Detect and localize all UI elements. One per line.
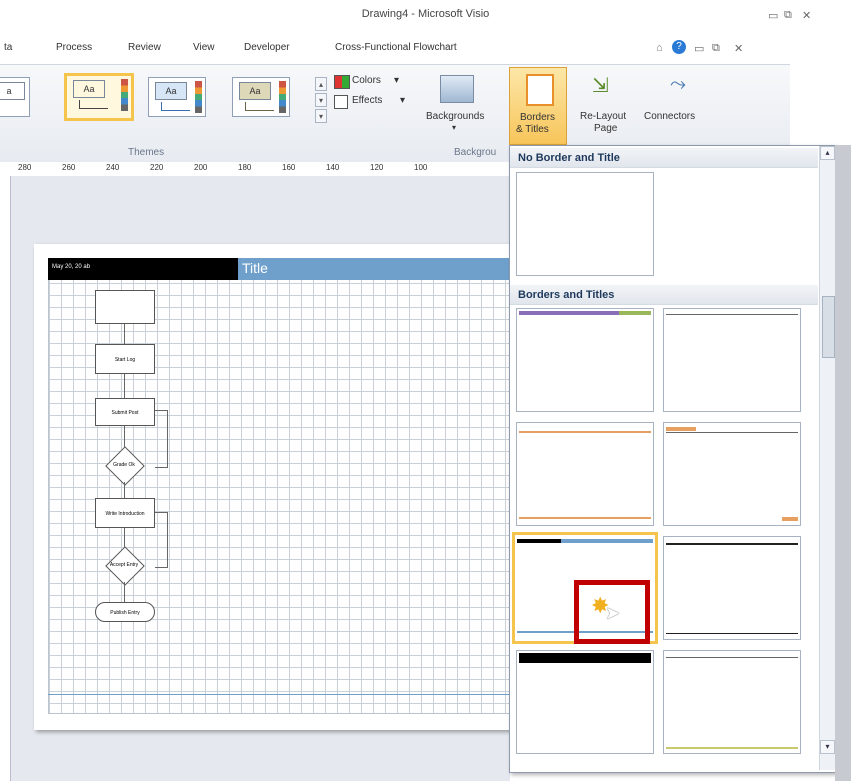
theme-option-3[interactable]: Aa xyxy=(148,77,206,117)
close-icon[interactable]: ✕ xyxy=(802,9,811,22)
ribbon-tabs: ta Process Review View Developer Cross-F… xyxy=(0,34,851,64)
theme-option-2[interactable]: Aa xyxy=(64,73,134,121)
title-bar: Drawing4 - Microsoft Visio ▭ ⧉ ✕ xyxy=(0,0,851,34)
theme-option-1[interactable]: a xyxy=(0,77,30,117)
relayout-icon: ⇲ xyxy=(592,75,609,97)
minimize-ribbon-icon[interactable]: ⌂ xyxy=(656,42,663,54)
connectors-button[interactable]: Connectors xyxy=(644,111,695,122)
border-option[interactable] xyxy=(663,308,801,412)
ruler-tick: 200 xyxy=(194,163,208,172)
scroll-down-icon[interactable]: ▾ xyxy=(820,740,835,754)
gallery-section-header: No Border and Title xyxy=(510,148,818,168)
gallery-section-header: Borders and Titles xyxy=(510,285,818,305)
colors-dropdown-icon[interactable]: ▾ xyxy=(394,75,399,86)
restore-icon[interactable]: ⧉ xyxy=(784,9,792,22)
colors-icon xyxy=(334,75,350,89)
tab-data[interactable]: ta xyxy=(4,42,12,53)
ruler-tick: 280 xyxy=(18,163,32,172)
themes-group-label: Themes xyxy=(128,147,165,158)
colors-button[interactable]: Colors xyxy=(352,75,381,86)
flowchart-process[interactable]: Write Introduction xyxy=(95,498,155,528)
page-title[interactable]: Title xyxy=(242,260,268,276)
effects-dropdown-icon[interactable]: ▾ xyxy=(400,95,405,106)
doc-close-icon[interactable]: ✕ xyxy=(734,42,743,55)
doc-restore-icon[interactable]: ⧉ xyxy=(712,42,720,55)
borders-titles-gallery: No Border and Title Borders and Titles ✸… xyxy=(509,145,837,773)
horizontal-ruler: 280 260 240 220 200 180 160 140 120 100 xyxy=(0,162,510,177)
ruler-tick: 260 xyxy=(62,163,76,172)
help-icon[interactable]: ? xyxy=(672,40,686,54)
doc-minimize-icon[interactable]: ▭ xyxy=(694,42,704,55)
tab-review[interactable]: Review xyxy=(128,42,161,53)
flowchart-terminator[interactable]: Publish Entry xyxy=(95,602,155,622)
ruler-tick: 100 xyxy=(414,163,428,172)
backgrounds-button[interactable]: Backgrounds xyxy=(426,111,484,122)
ruler-tick: 220 xyxy=(150,163,164,172)
tab-process[interactable]: Process xyxy=(56,42,92,53)
themes-scroll-up[interactable]: ▴ xyxy=(315,77,327,91)
tab-view[interactable]: View xyxy=(193,42,215,53)
scroll-up-icon[interactable]: ▴ xyxy=(820,146,835,160)
flowchart-process[interactable] xyxy=(95,290,155,324)
ruler-tick: 140 xyxy=(326,163,340,172)
workspace-margin xyxy=(835,145,851,781)
border-option[interactable] xyxy=(663,650,801,754)
connector[interactable] xyxy=(124,324,125,344)
border-option[interactable] xyxy=(516,650,654,754)
ruler-tick: 160 xyxy=(282,163,296,172)
relayout-button[interactable]: Re-Layout xyxy=(580,111,626,122)
backgrounds-dropdown-icon[interactable]: ▾ xyxy=(452,123,456,132)
tab-cross-functional[interactable]: Cross-Functional Flowchart xyxy=(335,42,457,53)
decision-label: Grade Ok xyxy=(113,462,135,468)
flowchart-process[interactable]: Start Log xyxy=(95,344,155,374)
themes-scroll-down[interactable]: ▾ xyxy=(315,93,327,107)
border-option[interactable] xyxy=(663,422,801,526)
mouse-cursor-icon: ➤ xyxy=(605,603,621,623)
ruler-tick: 120 xyxy=(370,163,384,172)
footer-line xyxy=(48,694,510,695)
connectors-icon: ⤳ xyxy=(670,73,686,95)
borders-icon xyxy=(526,74,554,106)
loop-connector[interactable] xyxy=(155,410,168,468)
border-option[interactable] xyxy=(516,422,654,526)
connector[interactable] xyxy=(124,426,125,448)
decision-label: Accept Entry xyxy=(109,562,139,568)
effects-icon xyxy=(334,95,348,109)
title-bar-banner[interactable]: Title xyxy=(238,258,510,280)
page-grid xyxy=(48,258,510,714)
loop-connector[interactable] xyxy=(155,512,168,568)
themes-more[interactable]: ▾ xyxy=(315,109,327,123)
backgrounds-icon xyxy=(440,75,474,103)
flowchart-decision[interactable]: Accept Entry xyxy=(102,546,146,586)
click-highlight-box: ✸ ➤ xyxy=(574,580,650,644)
window-title: Drawing4 - Microsoft Visio xyxy=(361,8,490,20)
flowchart-decision[interactable]: Grade Ok xyxy=(102,446,146,486)
relayout-page-label: Page xyxy=(594,123,618,134)
connector[interactable] xyxy=(124,374,125,398)
effects-button[interactable]: Effects xyxy=(352,95,382,106)
flowchart-process[interactable]: Submit Post xyxy=(95,398,155,426)
gallery-scrollbar[interactable]: ▴ ▾ xyxy=(819,146,836,770)
border-option[interactable] xyxy=(663,536,801,640)
ruler-tick: 180 xyxy=(238,163,252,172)
tab-developer[interactable]: Developer xyxy=(244,42,290,53)
border-header-bar: May 20, 20 ab xyxy=(48,258,238,280)
connector[interactable] xyxy=(124,582,125,602)
no-border-option[interactable] xyxy=(516,172,654,276)
theme-option-4[interactable]: Aa xyxy=(232,77,290,117)
ruler-tick: 240 xyxy=(106,163,120,172)
page-date: May 20, 20 ab xyxy=(52,264,91,270)
scroll-thumb[interactable] xyxy=(822,296,835,358)
vertical-ruler xyxy=(0,176,11,781)
backgrounds-group-label: Backgrou xyxy=(454,147,497,158)
connector[interactable] xyxy=(124,482,125,498)
border-option[interactable] xyxy=(516,308,654,412)
borders-titles-button[interactable]: Borders & Titles xyxy=(509,67,567,145)
minimize-icon[interactable]: ▭ xyxy=(768,9,778,22)
